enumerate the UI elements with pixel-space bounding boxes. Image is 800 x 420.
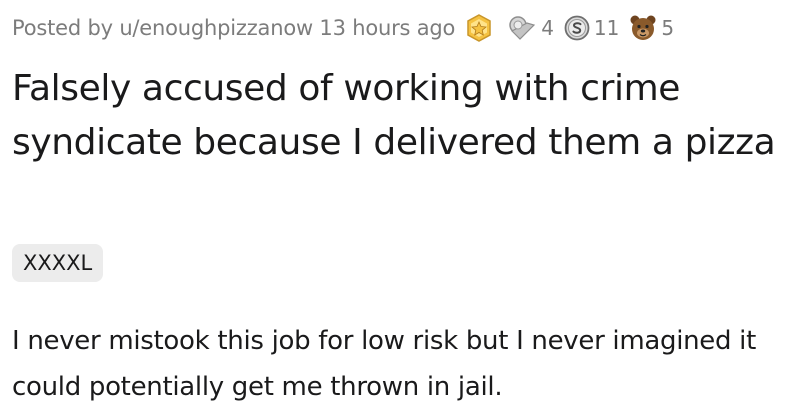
posted-by-prefix: Posted by [12, 16, 113, 40]
award-bear[interactable]: 5 [629, 14, 674, 42]
author-username[interactable]: u/enoughpizzanow [119, 16, 313, 40]
award-bear-count: 5 [661, 16, 675, 40]
post-title[interactable]: Falsely accused of working with crime sy… [12, 62, 787, 170]
silver-award-icon [507, 15, 537, 41]
award-silver[interactable]: 4 [507, 15, 554, 41]
award-gold[interactable] [465, 14, 493, 42]
silver-coin-icon [564, 15, 590, 41]
award-coin-count: 11 [593, 16, 620, 40]
post-time: 13 hours ago [319, 16, 456, 40]
gold-badge-icon [465, 14, 493, 42]
award-silver-count: 4 [541, 16, 554, 40]
posted-by-text: Posted by u/enoughpizzanow 13 hours ago [12, 16, 455, 40]
post-body: I never mistook this job for low risk bu… [12, 326, 756, 402]
post-flair[interactable]: XXXXL [12, 244, 104, 282]
post-meta: Posted by u/enoughpizzanow 13 hours ago [12, 8, 674, 48]
award-coin[interactable]: 11 [564, 15, 619, 41]
post-card[interactable]: Posted by u/enoughpizzanow 13 hours ago [0, 0, 800, 420]
bear-face-icon [629, 14, 657, 42]
